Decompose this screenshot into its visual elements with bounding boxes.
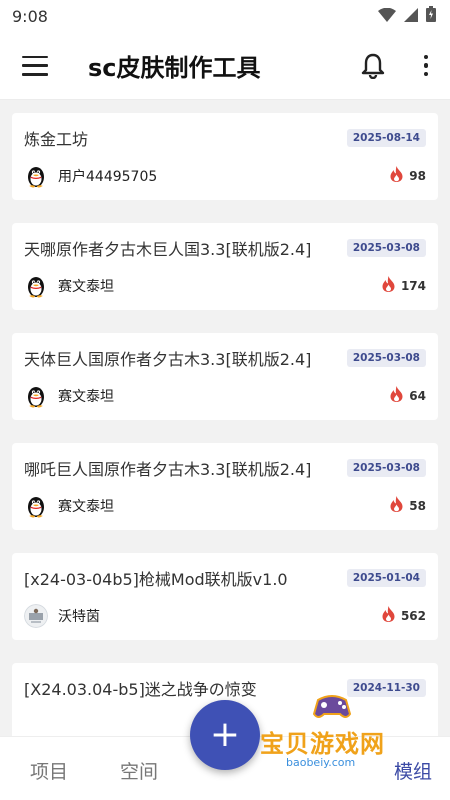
signal-icon <box>404 7 418 26</box>
project-feed: 炼金工坊 2025-08-14 用户44495705 98 天哪原作者夕古木巨人国3.3… <box>0 100 450 736</box>
user-photo-avatar <box>24 604 48 628</box>
card-title: 天体巨人国原作者夕古木3.3[联机版2.4] <box>24 350 312 369</box>
popularity-count: 58 <box>409 499 426 513</box>
author: 赛文泰坦 <box>24 274 114 298</box>
penguin-avatar-icon <box>24 274 48 298</box>
more-options-icon[interactable] <box>416 51 436 81</box>
date-badge: 2025-01-04 <box>346 569 426 587</box>
author-name: 用户44495705 <box>58 169 158 185</box>
nav-space-tab[interactable]: 空间 <box>120 757 158 784</box>
author: 赛文泰坦 <box>24 384 114 408</box>
date-badge: 2025-03-08 <box>346 239 426 257</box>
popularity: 174 <box>382 276 426 296</box>
card-header: [x24-03-04b5]枪械Mod联机版v1.0 2025-01-04 <box>24 566 426 590</box>
card-header: 炼金工坊 2025-08-14 <box>24 126 426 150</box>
add-button[interactable]: + <box>190 700 260 770</box>
status-time: 9:08 <box>12 6 48 26</box>
penguin-avatar-icon <box>24 384 48 408</box>
battery-icon <box>426 6 436 26</box>
author-name: 沃特茵 <box>58 609 100 625</box>
fire-icon <box>390 386 403 406</box>
card-footer: 赛文泰坦 58 <box>24 494 426 518</box>
project-card[interactable]: 哪吒巨人国原作者夕古木3.3[联机版2.4] 2025-03-08 赛文泰坦 58 <box>12 443 438 530</box>
plus-icon: + <box>209 714 241 755</box>
date-badge: 2025-03-08 <box>346 459 426 477</box>
card-title: [x24-03-04b5]枪械Mod联机版v1.0 <box>24 570 288 589</box>
card-footer: 赛文泰坦 64 <box>24 384 426 408</box>
author-name: 赛文泰坦 <box>58 499 114 515</box>
popularity: 98 <box>390 166 426 186</box>
app-bar: sc皮肤制作工具 <box>0 32 450 100</box>
card-header: 天体巨人国原作者夕古木3.3[联机版2.4] 2025-03-08 <box>24 346 426 370</box>
project-card[interactable]: 天哪原作者夕古木巨人国3.3[联机版2.4] 2025-03-08 赛文泰坦 174 <box>12 223 438 310</box>
status-icons <box>378 6 436 26</box>
fire-icon <box>382 276 395 296</box>
menu-icon[interactable] <box>22 55 48 76</box>
author: 沃特茵 <box>24 604 100 628</box>
nav-mod-tab[interactable]: 模组 <box>394 757 432 784</box>
popularity-count: 64 <box>409 389 426 403</box>
page-title: sc皮肤制作工具 <box>88 54 261 82</box>
card-title: [X24.03.04-b5]迷之战争の惊变 <box>24 680 257 699</box>
project-card[interactable]: 炼金工坊 2025-08-14 用户44495705 98 <box>12 113 438 200</box>
card-footer: 赛文泰坦 174 <box>24 274 426 298</box>
penguin-avatar-icon <box>24 494 48 518</box>
popularity-count: 174 <box>400 279 426 293</box>
popularity: 562 <box>382 606 426 626</box>
card-header: 哪吒巨人国原作者夕古木3.3[联机版2.4] 2025-03-08 <box>24 456 426 480</box>
author-name: 赛文泰坦 <box>58 279 114 295</box>
project-card[interactable]: [x24-03-04b5]枪械Mod联机版v1.0 2025-01-04 沃特茵 56… <box>12 553 438 640</box>
penguin-avatar-icon <box>24 164 48 188</box>
author: 用户44495705 <box>24 164 157 188</box>
popularity: 58 <box>390 496 426 516</box>
wifi-icon <box>378 7 396 26</box>
date-badge: 2025-08-14 <box>346 129 426 147</box>
card-title: 炼金工坊 <box>24 130 89 149</box>
card-footer: 沃特茵 562 <box>24 604 426 628</box>
card-footer: 用户44495705 98 <box>24 164 426 188</box>
popularity-count: 98 <box>409 169 426 183</box>
fire-icon <box>390 496 403 516</box>
card-title: 天哪原作者夕古木巨人国3.3[联机版2.4] <box>24 240 312 259</box>
date-badge: 2024-11-30 <box>346 679 426 697</box>
status-bar: 9:08 <box>0 0 450 32</box>
card-header: [X24.03.04-b5]迷之战争の惊变 2024-11-30 <box>24 676 426 700</box>
date-badge: 2025-03-08 <box>346 349 426 367</box>
author-name: 赛文泰坦 <box>58 389 114 405</box>
bell-icon[interactable] <box>358 51 388 81</box>
author: 赛文泰坦 <box>24 494 114 518</box>
popularity-count: 562 <box>400 609 426 623</box>
fire-icon <box>390 166 403 186</box>
project-card[interactable]: 天体巨人国原作者夕古木3.3[联机版2.4] 2025-03-08 赛文泰坦 64 <box>12 333 438 420</box>
card-title: 哪吒巨人国原作者夕古木3.3[联机版2.4] <box>24 460 312 479</box>
fire-icon <box>382 606 395 626</box>
nav-projects-tab[interactable]: 项目 <box>30 757 68 784</box>
card-header: 天哪原作者夕古木巨人国3.3[联机版2.4] 2025-03-08 <box>24 236 426 260</box>
popularity: 64 <box>390 386 426 406</box>
